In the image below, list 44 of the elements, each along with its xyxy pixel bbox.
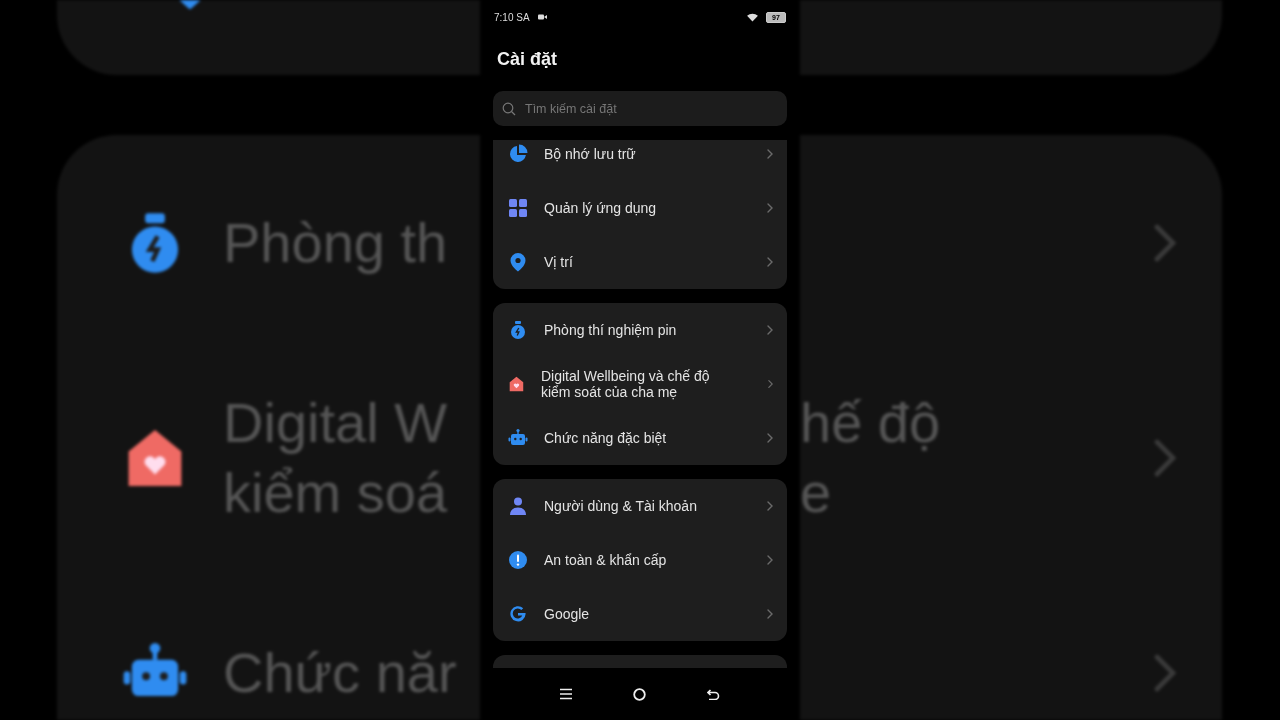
chevron-icon — [767, 149, 773, 159]
backdrop-text: hế độ — [800, 389, 941, 456]
settings-item[interactable]: Vị trí — [493, 235, 787, 289]
chevron-icon — [767, 501, 773, 511]
settings-item[interactable]: Bộ nhớ lưu trữ — [493, 140, 787, 181]
page-title: Cài đặt — [496, 48, 558, 71]
house-heart-icon — [508, 374, 525, 394]
exclamation-icon — [508, 550, 528, 570]
chevron-icon — [1153, 652, 1177, 693]
person-icon — [508, 496, 528, 516]
g-logo-icon — [508, 604, 528, 624]
backdrop-text: Chức năr — [223, 639, 457, 706]
pie-chart-icon — [508, 144, 528, 164]
chevron-icon — [767, 203, 773, 213]
backdrop-text: e — [800, 459, 833, 526]
chevron-icon — [767, 257, 773, 267]
settings-item[interactable]: Google — [493, 587, 787, 641]
backdrop-text: Phòng th — [223, 209, 448, 276]
wifi-icon — [747, 12, 758, 22]
back-icon[interactable] — [706, 688, 720, 700]
home-icon[interactable] — [633, 687, 646, 701]
chevron-icon — [767, 609, 773, 619]
stopwatch-icon — [508, 320, 528, 340]
search-field[interactable]: Tìm kiếm cài đặt — [493, 91, 787, 126]
robot-icon — [508, 428, 528, 448]
backdrop-text: kiểm soá — [223, 459, 448, 526]
chevron-icon — [767, 379, 773, 389]
settings-item[interactable]: Digital Wellbeing và chế độ kiểm soát của cha mẹ — [493, 357, 787, 411]
settings-item[interactable]: Phòng thí nghiệm pin — [493, 303, 787, 357]
status-time: 7:10 SA — [494, 11, 530, 23]
chevron-icon — [1153, 222, 1177, 263]
menu-icon[interactable] — [560, 688, 573, 700]
chevron-icon — [767, 325, 773, 335]
search-icon — [502, 102, 516, 116]
chevron-icon — [767, 433, 773, 443]
chevron-icon — [1153, 437, 1177, 478]
settings-item[interactable]: Quản lý ứng dụng — [493, 181, 787, 235]
grid-icon — [508, 198, 528, 218]
settings-item[interactable]: Người dùng & Tài khoản — [493, 479, 787, 533]
video-camera-icon — [537, 14, 547, 20]
settings-item[interactable]: Chức năng đặc biệt — [493, 411, 787, 465]
backdrop-text: Digital W — [223, 389, 448, 456]
settings-item[interactable]: An toàn & khẩn cấp — [493, 533, 787, 587]
chevron-icon — [767, 555, 773, 565]
